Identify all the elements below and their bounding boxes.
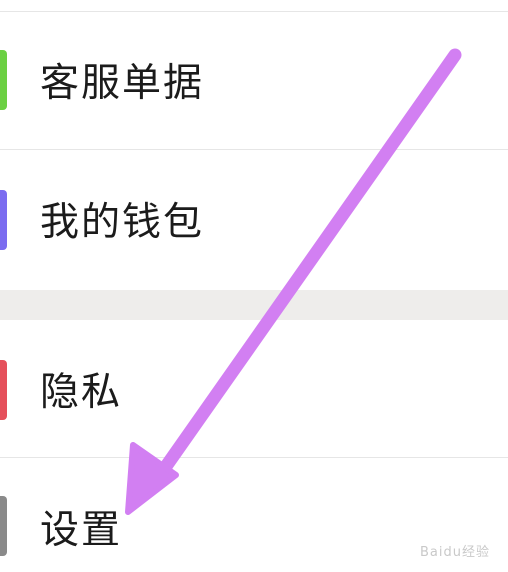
privacy-icon (0, 360, 7, 420)
menu-item-label: 客服单据 (40, 61, 205, 106)
menu-item-label: 设置 (40, 508, 123, 553)
wallet-icon (0, 190, 7, 250)
menu-item-service-tickets[interactable]: 客服单据 (0, 12, 508, 149)
section-separator (0, 290, 508, 320)
watermark: Baidu经验 (420, 545, 490, 560)
ticket-icon (0, 50, 7, 110)
menu-item-privacy[interactable]: 隐私 (0, 320, 508, 457)
settings-screen: 客服单据 我的钱包 隐私 设置 Baidu经验 (0, 0, 508, 572)
menu-item-label: 我的钱包 (40, 200, 205, 245)
menu-item-label: 隐私 (40, 370, 123, 415)
menu-item-my-wallet[interactable]: 我的钱包 (0, 150, 508, 290)
settings-icon (0, 496, 7, 556)
